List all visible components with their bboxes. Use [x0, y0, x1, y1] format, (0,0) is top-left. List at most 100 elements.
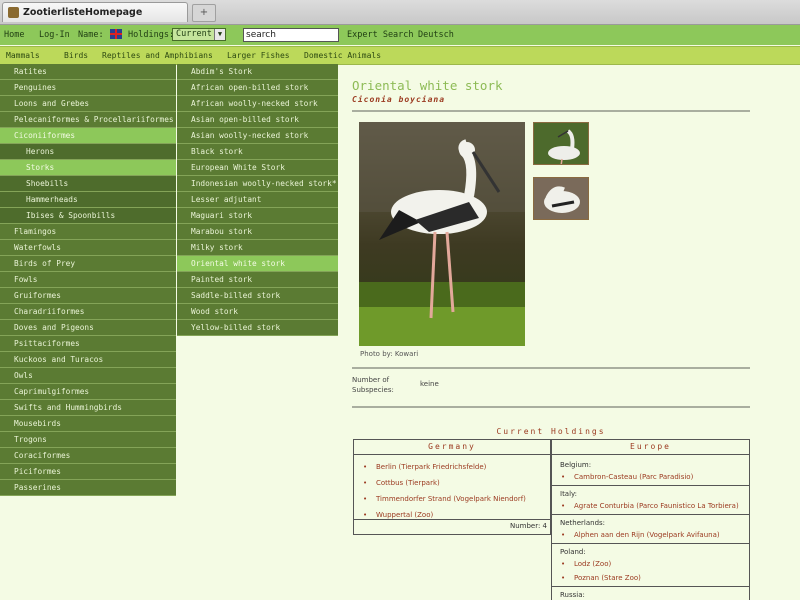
order-menu-item[interactable]: Gruiformes: [0, 288, 176, 304]
category-bar: Mammals Birds Reptiles and Amphibians La…: [0, 46, 800, 65]
home-link[interactable]: Home: [4, 30, 24, 40]
category-reptiles[interactable]: Reptiles and Amphibians: [102, 51, 213, 60]
species-menu: Abdim's Stork African open-billed stork Af…: [177, 64, 338, 336]
species-menu-item[interactable]: European White Stork: [177, 160, 338, 176]
europe-zoo-link[interactable]: Poznan (Stare Zoo): [561, 574, 641, 582]
divider: [352, 367, 750, 369]
expert-search-link[interactable]: Expert Search: [347, 30, 414, 40]
species-menu-item[interactable]: Maguari stork: [177, 208, 338, 224]
language-link[interactable]: Deutsch: [418, 30, 454, 40]
country-label: Poland:: [560, 548, 586, 556]
order-menu-item[interactable]: Loons and Grebes: [0, 96, 176, 112]
order-menu-item[interactable]: Charadriiformes: [0, 304, 176, 320]
divider: [552, 543, 749, 544]
country-label: Belgium:: [560, 461, 592, 469]
species-menu-item[interactable]: Milky stork: [177, 240, 338, 256]
order-menu-item[interactable]: Penguines: [0, 80, 176, 96]
divider: [552, 514, 749, 515]
species-menu-item[interactable]: Painted stork: [177, 272, 338, 288]
order-menu: Ratites Penguines Loons and Grebes Pelecani…: [0, 64, 176, 496]
order-menu-item[interactable]: Ciconiiformes: [0, 128, 176, 144]
order-menu-item[interactable]: Doves and Pigeons: [0, 320, 176, 336]
order-menu-item[interactable]: Owls: [0, 368, 176, 384]
order-menu-item[interactable]: Kuckoos and Turacos: [0, 352, 176, 368]
country-label: Italy:: [560, 490, 578, 498]
country-label: Netherlands:: [560, 519, 606, 527]
category-birds[interactable]: Birds: [64, 51, 88, 60]
chevron-down-icon[interactable]: ▼: [214, 29, 225, 40]
login-link[interactable]: Log-In: [39, 30, 70, 40]
main-photo[interactable]: [359, 122, 525, 346]
category-fishes[interactable]: Larger Fishes: [227, 51, 290, 60]
europe-zoo-link[interactable]: Lodz (Zoo): [561, 560, 611, 568]
species-menu-item[interactable]: Asian open-billed stork: [177, 112, 338, 128]
order-menu-item[interactable]: Storks: [0, 160, 176, 176]
holdings-title: Current Holdings: [496, 427, 606, 436]
species-menu-item[interactable]: Yellow-billed stork: [177, 320, 338, 336]
order-menu-item[interactable]: Ratites: [0, 64, 176, 80]
order-menu-item[interactable]: Psittaciformes: [0, 336, 176, 352]
species-menu-item[interactable]: Indonesian woolly-necked stork*: [177, 176, 338, 192]
new-tab-button[interactable]: +: [192, 4, 216, 22]
order-menu-item[interactable]: Ibises & Spoonbills: [0, 208, 176, 224]
subspecies-label: Number of Subspecies:: [352, 376, 394, 394]
photo-credit: Photo by: Kowari: [360, 350, 419, 358]
divider: [552, 485, 749, 486]
germany-zoo-link[interactable]: Wuppertal (Zoo): [363, 511, 433, 519]
order-menu-item[interactable]: Passerines: [0, 480, 176, 496]
order-menu-item[interactable]: Fowls: [0, 272, 176, 288]
order-menu-item[interactable]: Pelecaniformes & Procellariiformes: [0, 112, 176, 128]
order-menu-item[interactable]: Birds of Prey: [0, 256, 176, 272]
order-menu-item[interactable]: Swifts and Hummingbirds: [0, 400, 176, 416]
divider: [552, 586, 749, 587]
species-menu-item[interactable]: Abdim's Stork: [177, 64, 338, 80]
page-title: Oriental white stork: [352, 78, 503, 93]
germany-count: Number: 4: [509, 522, 547, 530]
order-menu-item[interactable]: Mousebirds: [0, 416, 176, 432]
order-menu-item[interactable]: Waterfowls: [0, 240, 176, 256]
germany-zoo-link[interactable]: Timmendorfer Strand (Vogelpark Niendorf): [363, 495, 526, 503]
holdings-label: Holdings:: [128, 30, 175, 40]
order-menu-item[interactable]: Trogons: [0, 432, 176, 448]
order-menu-item[interactable]: Shoebills: [0, 176, 176, 192]
germany-zoo-link[interactable]: Berlin (Tierpark Friedrichsfelde): [363, 463, 486, 471]
order-menu-item[interactable]: Flamingos: [0, 224, 176, 240]
europe-zoo-link[interactable]: Alphen aan den Rijn (Vogelpark Avifauna): [561, 531, 720, 539]
browser-tab-strip: ZootierlisteHomepage +: [0, 0, 800, 25]
species-menu-item[interactable]: Oriental white stork: [177, 256, 338, 272]
thumbnail-1[interactable]: [533, 122, 589, 165]
thumbnail-2[interactable]: [533, 177, 589, 220]
order-menu-item[interactable]: Caprimulgiformes: [0, 384, 176, 400]
species-menu-item[interactable]: Saddle-billed stork: [177, 288, 338, 304]
browser-tab-title: ZootierlisteHomepage: [23, 7, 143, 18]
species-menu-item[interactable]: Lesser adjutant: [177, 192, 338, 208]
divider: [352, 110, 750, 112]
order-menu-item[interactable]: Piciformes: [0, 464, 176, 480]
top-nav-bar: Home Log-In Name: Holdings: Current ▼ se…: [0, 25, 800, 45]
order-menu-item[interactable]: Coraciformes: [0, 448, 176, 464]
scientific-name: Ciconia boyciana: [352, 95, 446, 104]
species-menu-item[interactable]: Marabou stork: [177, 224, 338, 240]
germany-holdings-table: Germany Berlin (Tierpark Friedrichsfelde…: [353, 439, 551, 535]
favicon-icon: [8, 7, 19, 18]
order-menu-item[interactable]: Herons: [0, 144, 176, 160]
order-menu-item[interactable]: Hammerheads: [0, 192, 176, 208]
germany-zoo-link[interactable]: Cottbus (Tierpark): [363, 479, 440, 487]
species-menu-item[interactable]: Black stork: [177, 144, 338, 160]
europe-holdings-table: Europe Belgium: Cambron-Casteau (Parc Pa…: [551, 439, 750, 600]
holdings-select[interactable]: Current ▼: [172, 28, 226, 41]
language-flag-icon[interactable]: [110, 29, 122, 39]
species-menu-item[interactable]: African woolly-necked stork: [177, 96, 338, 112]
holdings-select-value: Current: [176, 29, 212, 39]
europe-zoo-link[interactable]: Agrate Conturbia (Parco Faunistico La To…: [561, 502, 739, 510]
germany-header: Germany: [354, 440, 550, 455]
species-menu-item[interactable]: Wood stork: [177, 304, 338, 320]
browser-tab[interactable]: ZootierlisteHomepage: [2, 2, 188, 22]
europe-zoo-link[interactable]: Cambron-Casteau (Parc Paradisio): [561, 473, 693, 481]
name-label: Name:: [78, 30, 104, 40]
search-input[interactable]: search: [243, 28, 339, 42]
species-menu-item[interactable]: Asian woolly-necked stork: [177, 128, 338, 144]
species-menu-item[interactable]: African open-billed stork: [177, 80, 338, 96]
category-mammals[interactable]: Mammals: [6, 51, 40, 60]
category-domestic[interactable]: Domestic Animals: [304, 51, 381, 60]
